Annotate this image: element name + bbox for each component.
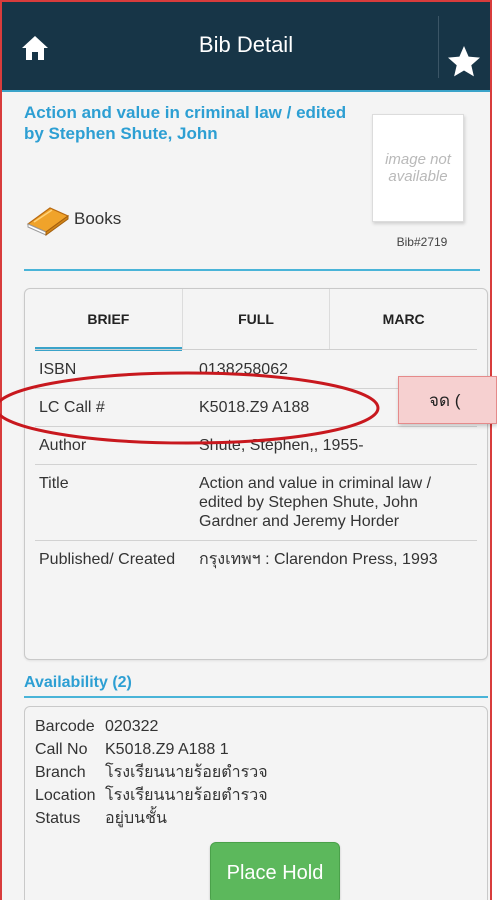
row-label: Published/ Created	[39, 551, 176, 568]
item-label: Location	[35, 787, 96, 804]
format-indicator: Books	[24, 202, 121, 236]
table-row: Title Action and value in criminal law /…	[35, 465, 477, 541]
table-row: Author Shute, Stephen,, 1955-	[35, 427, 477, 465]
star-icon[interactable]	[446, 44, 482, 80]
list-item: Location โรงเรียนนายร้อยตำรวจ	[35, 784, 268, 807]
item-value: โรงเรียนนายร้อยตำรวจ	[105, 787, 268, 804]
bib-header: Action and value in criminal law / edite…	[2, 92, 490, 272]
availability-card: Barcode 020322 Call No K5018.Z9 A188 1 B…	[24, 706, 488, 900]
item-value: K5018.Z9 A188 1	[105, 741, 229, 758]
list-item: Call No K5018.Z9 A188 1	[35, 738, 268, 761]
tab-brief[interactable]: BRIEF	[35, 289, 183, 351]
app-frame: Bib Detail Action and value in criminal …	[0, 0, 492, 900]
app-bar: Bib Detail	[2, 2, 490, 92]
place-hold-button[interactable]: Place Hold	[210, 842, 340, 900]
annotation-callout: จด (	[398, 376, 497, 424]
item-label: Branch	[35, 764, 86, 781]
book-icon	[26, 207, 70, 236]
row-label: Author	[39, 437, 87, 454]
details-card: BRIEF FULL MARC ISBN 0138258062 LC Call …	[24, 288, 488, 660]
row-value: Shute, Stephen,, 1955-	[199, 437, 364, 454]
bib-title[interactable]: Action and value in criminal law / edite…	[24, 102, 354, 144]
format-label: Books	[74, 209, 122, 228]
list-item: Branch โรงเรียนนายร้อยตำรวจ	[35, 761, 268, 784]
tab-marc[interactable]: MARC	[330, 289, 477, 349]
availability-list: Barcode 020322 Call No K5018.Z9 A188 1 B…	[35, 715, 268, 830]
item-label: Call No	[35, 741, 88, 758]
row-value: Action and value in criminal law / edite…	[199, 475, 432, 530]
availability-heading: Availability (2)	[24, 670, 488, 698]
row-label: ISBN	[39, 361, 77, 378]
item-label: Barcode	[35, 718, 95, 735]
list-item: Barcode 020322	[35, 715, 268, 738]
cover-image-placeholder: image not available	[372, 114, 464, 222]
table-row: Published/ Created กรุงเทพฯ : Clarendon …	[35, 541, 477, 578]
page-title: Bib Detail	[198, 32, 294, 57]
row-label: LC Call #	[39, 399, 105, 416]
item-value: อยู่บนชั้น	[105, 810, 167, 827]
item-label: Status	[35, 810, 81, 827]
header-divider	[24, 269, 480, 271]
row-label: Title	[39, 475, 69, 492]
favorite-area	[438, 16, 490, 78]
bib-number: Bib#2719	[396, 235, 448, 249]
item-value: 020322	[105, 718, 159, 735]
list-item: Status อยู่บนชั้น	[35, 807, 268, 830]
tab-divider	[35, 349, 477, 350]
tab-full[interactable]: FULL	[183, 289, 331, 349]
row-value: กรุงเทพฯ : Clarendon Press, 1993	[199, 551, 438, 568]
tab-bar: BRIEF FULL MARC	[35, 289, 477, 351]
item-value: โรงเรียนนายร้อยตำรวจ	[105, 764, 268, 781]
